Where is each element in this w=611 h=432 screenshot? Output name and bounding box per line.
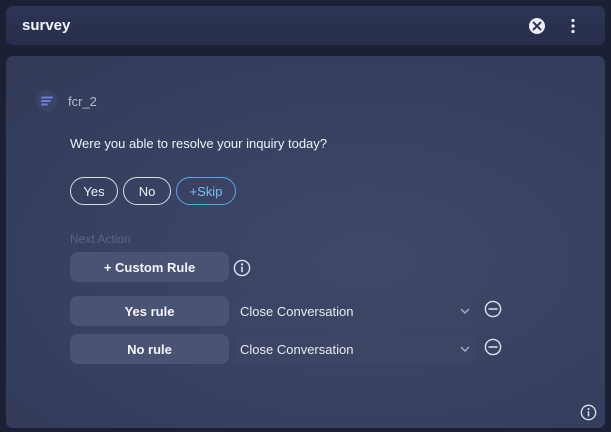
no-rule-action-select[interactable]: Close Conversation [235,334,475,364]
node-name: fcr_2 [68,94,97,109]
list-lines-icon [36,90,58,112]
close-circle-icon[interactable] [528,17,546,35]
no-rule-action-value: Close Conversation [240,341,354,357]
yes-rule-button[interactable]: Yes rule [70,296,229,326]
chevron-down-icon [460,308,470,314]
next-action-label: Next Action [70,232,131,246]
option-yes-button[interactable]: Yes [70,177,118,205]
remove-yes-rule-icon[interactable] [484,300,502,318]
remove-no-rule-icon[interactable] [484,338,502,356]
info-icon[interactable] [580,404,597,421]
more-vertical-icon[interactable] [564,17,582,35]
survey-question: Were you able to resolve your inquiry to… [70,136,328,151]
add-custom-rule-button[interactable]: + Custom Rule [70,252,229,282]
info-icon[interactable] [233,259,251,277]
option-no-button[interactable]: No [123,177,171,205]
yes-rule-action-value: Close Conversation [240,303,354,319]
chevron-down-icon [460,346,470,352]
no-rule-button[interactable]: No rule [70,334,229,364]
node-type-title: survey [22,17,71,34]
node-header: survey [6,6,605,45]
yes-rule-action-select[interactable]: Close Conversation [235,296,475,326]
survey-node-panel: fcr_2 Were you able to resolve your inqu… [6,56,605,428]
option-skip-button[interactable]: +Skip [176,177,236,205]
